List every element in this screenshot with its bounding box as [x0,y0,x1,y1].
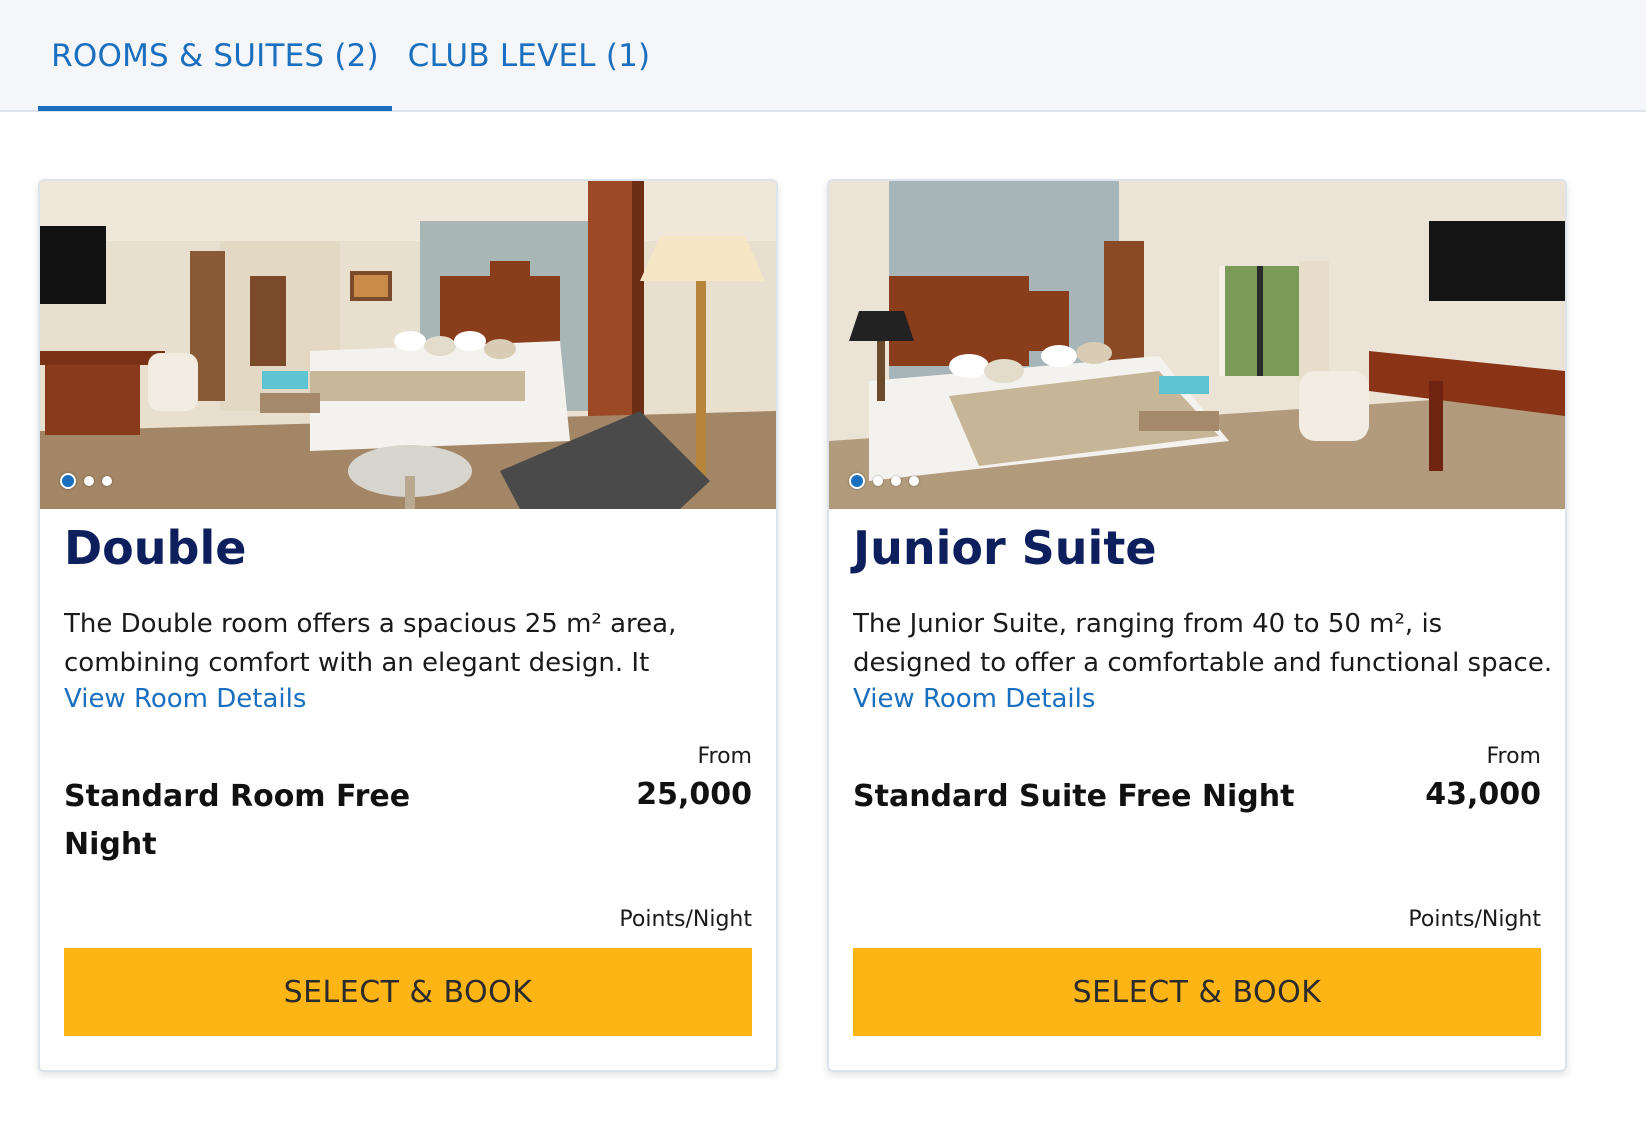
carousel-dots [849,471,919,491]
room-title: Junior Suite [853,521,1157,575]
points-price: 25,000 [636,777,752,812]
carousel-dot[interactable] [909,476,919,486]
carousel-dot[interactable] [102,476,112,486]
room-type-tabs: ROOMS & SUITES (2) CLUB LEVEL (1) [0,0,1646,112]
from-label: From [1486,744,1541,769]
room-description: The Double room offers a spacious 25 m² … [64,609,677,678]
rate-name: Standard Room Free Night [64,779,411,862]
carousel-dot-active[interactable] [60,473,76,489]
carousel-dot[interactable] [84,476,94,486]
tab-club-level[interactable]: CLUB LEVEL (1) [392,0,666,112]
view-room-details-link[interactable]: View Room Details [853,684,1095,714]
room-photo[interactable] [829,181,1565,509]
carousel-dot-active[interactable] [849,473,865,489]
from-label: From [697,744,752,769]
view-room-details-link[interactable]: View Room Details [64,684,306,714]
room-title: Double [64,521,247,575]
rate-name: Standard Suite Free Night [853,779,1295,814]
select-and-book-button[interactable]: SELECT & BOOK [853,948,1541,1036]
room-card-double: Double The Double room offers a spacious… [38,179,778,1072]
tab-rooms-suites[interactable]: ROOMS & SUITES (2) [38,0,392,112]
room-card-junior-suite: Junior Suite The Junior Suite, ranging f… [827,179,1567,1072]
points-price: 43,000 [1425,777,1541,812]
points-unit: Points/Night [1408,907,1541,932]
room-photo[interactable] [40,181,776,509]
room-description: The Junior Suite, ranging from 40 to 50 … [853,609,1553,678]
points-unit: Points/Night [619,907,752,932]
select-and-book-button[interactable]: SELECT & BOOK [64,948,752,1036]
carousel-dots [60,471,112,491]
carousel-dot[interactable] [873,476,883,486]
carousel-dot[interactable] [891,476,901,486]
active-tab-indicator [38,106,392,111]
